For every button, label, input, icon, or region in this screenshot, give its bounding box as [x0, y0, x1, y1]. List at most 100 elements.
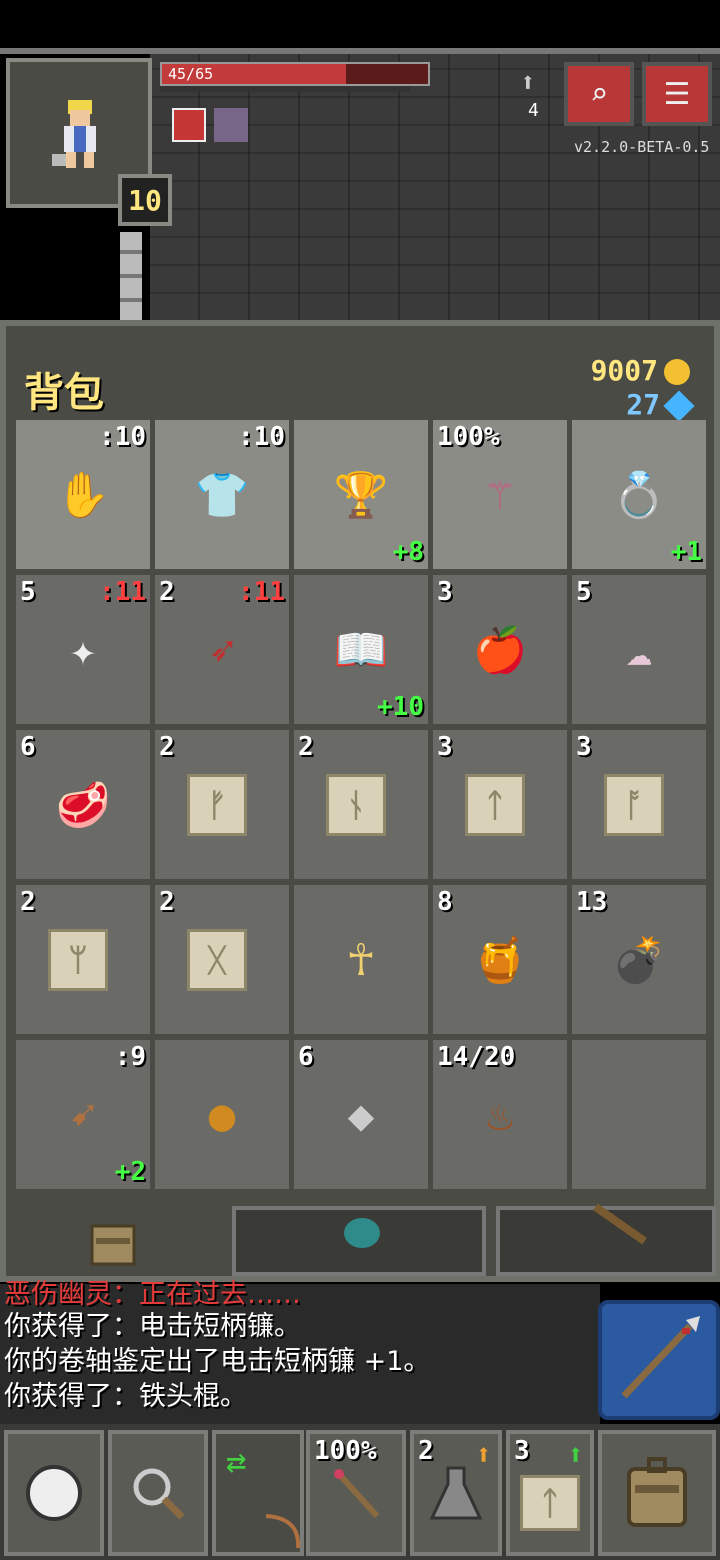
inventory-slot-ankh[interactable]: ☥ [294, 885, 428, 1034]
hp-bar: 45/65 [160, 62, 430, 86]
quickslot-charge: 100% [314, 1436, 377, 1466]
journal-icon: ⌕ [589, 76, 609, 112]
dungeon-wall [120, 232, 142, 322]
inventory-slot-ring[interactable]: +1 💍 [572, 420, 706, 569]
log-line: 你获得了：电击短柄镰。 [4, 1311, 301, 1342]
item-upgrade-bonus: +10 [377, 692, 424, 722]
buff-icon-heal[interactable] [172, 108, 206, 142]
meat-icon: 🥩 [55, 780, 111, 831]
bow-small-icon [265, 1514, 301, 1549]
bag-tab-holder[interactable] [496, 1203, 716, 1276]
attack-button[interactable] [598, 1300, 720, 1420]
wait-button[interactable] [4, 1430, 104, 1556]
gold-counter: 9007 [591, 354, 690, 387]
gem-icon [663, 390, 695, 422]
inventory-slot-dart[interactable]: 2:11 ➶ [155, 575, 289, 724]
xp-bar [160, 86, 410, 92]
gold-coin-icon [664, 359, 690, 385]
upgrade-arrow-icon: ⬆ [475, 1438, 492, 1471]
bag-tab-main[interactable] [16, 1206, 224, 1276]
search-button[interactable] [108, 1430, 208, 1556]
quickslot-qty: 2 [418, 1436, 434, 1466]
item-quantity: 5 [20, 577, 36, 607]
quickslot-2[interactable]: 2 ⬆ [410, 1430, 502, 1556]
scroll-icon: ᛏ [520, 1475, 580, 1531]
inventory-slot-honeypot[interactable]: 8 🍯 [433, 885, 567, 1034]
gem-counter: 27 [626, 388, 695, 422]
inventory-slot-armor[interactable]: :10 👕 [155, 420, 289, 569]
honeypot-icon: 🍯 [472, 935, 528, 986]
inventory-slot-meat[interactable]: 6 🥩 [16, 730, 150, 879]
inventory-slot-scroll-2[interactable]: 2ᚾ [294, 730, 428, 879]
log-line: 你的卷轴鉴定出了电击短柄镰 +1。 [4, 1346, 431, 1377]
inventory-slot-scroll-4[interactable]: 3ᚩ [572, 730, 706, 879]
inventory-slot-empty[interactable] [572, 1040, 706, 1189]
inventory-slot-waterskin[interactable]: 14/20 ♨ [433, 1040, 567, 1189]
scroll-rune: ᚩ [604, 774, 664, 836]
item-quantity: 13 [576, 887, 608, 917]
holster-icon [593, 1203, 647, 1245]
inventory-slot-shuriken[interactable]: 5:11 ✦ [16, 575, 150, 724]
inventory-slot-scroll-6[interactable]: 2ᚷ [155, 885, 289, 1034]
inventory-slot-gloves[interactable]: :10 ✋ [16, 420, 150, 569]
wand-icon [334, 1469, 380, 1519]
buff-icon-shield[interactable] [214, 108, 248, 142]
quickslot-1[interactable]: 100% [306, 1430, 406, 1556]
magnifier-icon [133, 1468, 185, 1520]
apple-icon: 🍎 [472, 625, 528, 676]
inventory-slot-wing[interactable]: 5 ☁ [572, 575, 706, 724]
inventory-slot-apple[interactable]: 3 🍎 [433, 575, 567, 724]
inventory-slot-scroll-5[interactable]: 2ᛘ [16, 885, 150, 1034]
top-frame [0, 48, 720, 54]
bow-icon: ➹ [69, 1089, 97, 1141]
inventory-panel: 背包 9007 27 :10 ✋:10 👕 +8 🏆 100% ⚚ +1 💍 5:11 ✦ 2:11 ➶… [0, 320, 720, 1282]
ankh-icon: ☥ [347, 934, 375, 986]
wing-icon: ☁ [625, 624, 653, 676]
menu-button[interactable]: ☰ [642, 62, 712, 126]
swap-quickslot-button[interactable]: ⇄ [212, 1430, 304, 1556]
game-log: 恶伤幽灵：正在过去…… 你获得了：电击短柄镰。 你的卷轴鉴定出了电击短柄镰 +1… [0, 1279, 600, 1424]
item-level: :10 [238, 422, 285, 452]
item-quantity: 2 [159, 887, 175, 917]
gold-amount: 9007 [590, 354, 658, 387]
inventory-button[interactable] [598, 1430, 716, 1556]
menu-icon: ☰ [663, 76, 691, 112]
item-level: :10 [99, 422, 146, 452]
clock-icon [26, 1465, 82, 1521]
item-upgrade-bonus: +2 [114, 1157, 146, 1187]
item-level: :9 [114, 1042, 146, 1072]
item-quantity: 5 [576, 577, 592, 607]
glove-icon: ✋ [55, 470, 111, 521]
inventory-slot-bomb[interactable]: 13 💣 [572, 885, 706, 1034]
dungeon-view[interactable] [150, 52, 720, 320]
inventory-slot-stone[interactable]: 6 ◆ [294, 1040, 428, 1189]
chalice-icon: 🏆 [333, 470, 389, 521]
inventory-slot-wand[interactable]: 100% ⚚ [433, 420, 567, 569]
inventory-slot-bow[interactable]: :9 +2 ➹ [16, 1040, 150, 1189]
journal-button[interactable]: ⌕ [564, 62, 634, 126]
inventory-slot-book[interactable]: +10 📖 [294, 575, 428, 724]
inventory-slot-cup[interactable]: +8 🏆 [294, 420, 428, 569]
scroll-icon: ᛏ [465, 770, 525, 840]
log-line: 你获得了：铁头棍。 [4, 1381, 247, 1412]
inventory-slot-scroll-3[interactable]: 3ᛏ [433, 730, 567, 879]
seed-icon: ● [208, 1089, 236, 1141]
inventory-slot-scroll-1[interactable]: 2ᚠ [155, 730, 289, 879]
item-quantity: 3 [437, 577, 453, 607]
item-quantity: 2 [159, 732, 175, 762]
pouch-icon [344, 1218, 380, 1248]
hero-level-badge: 10 [118, 174, 172, 226]
scroll-icon: ᛘ [48, 925, 108, 995]
bag-tab-pouch[interactable] [232, 1206, 486, 1276]
scroll-rune: ᚾ [326, 774, 386, 836]
quickslot-3[interactable]: 3 ⬆ ᛏ [506, 1430, 594, 1556]
book-icon: 📖 [333, 625, 389, 676]
item-quantity: 3 [576, 732, 592, 762]
spear-icon [621, 1316, 700, 1399]
inventory-slot-seed[interactable]: ● [155, 1040, 289, 1189]
swap-arrows-icon: ⇄ [226, 1442, 247, 1482]
item-level: :11 [99, 577, 146, 607]
item-level: :11 [238, 577, 285, 607]
shirt-icon: 👕 [194, 470, 250, 521]
ring-icon: 💍 [611, 470, 667, 521]
